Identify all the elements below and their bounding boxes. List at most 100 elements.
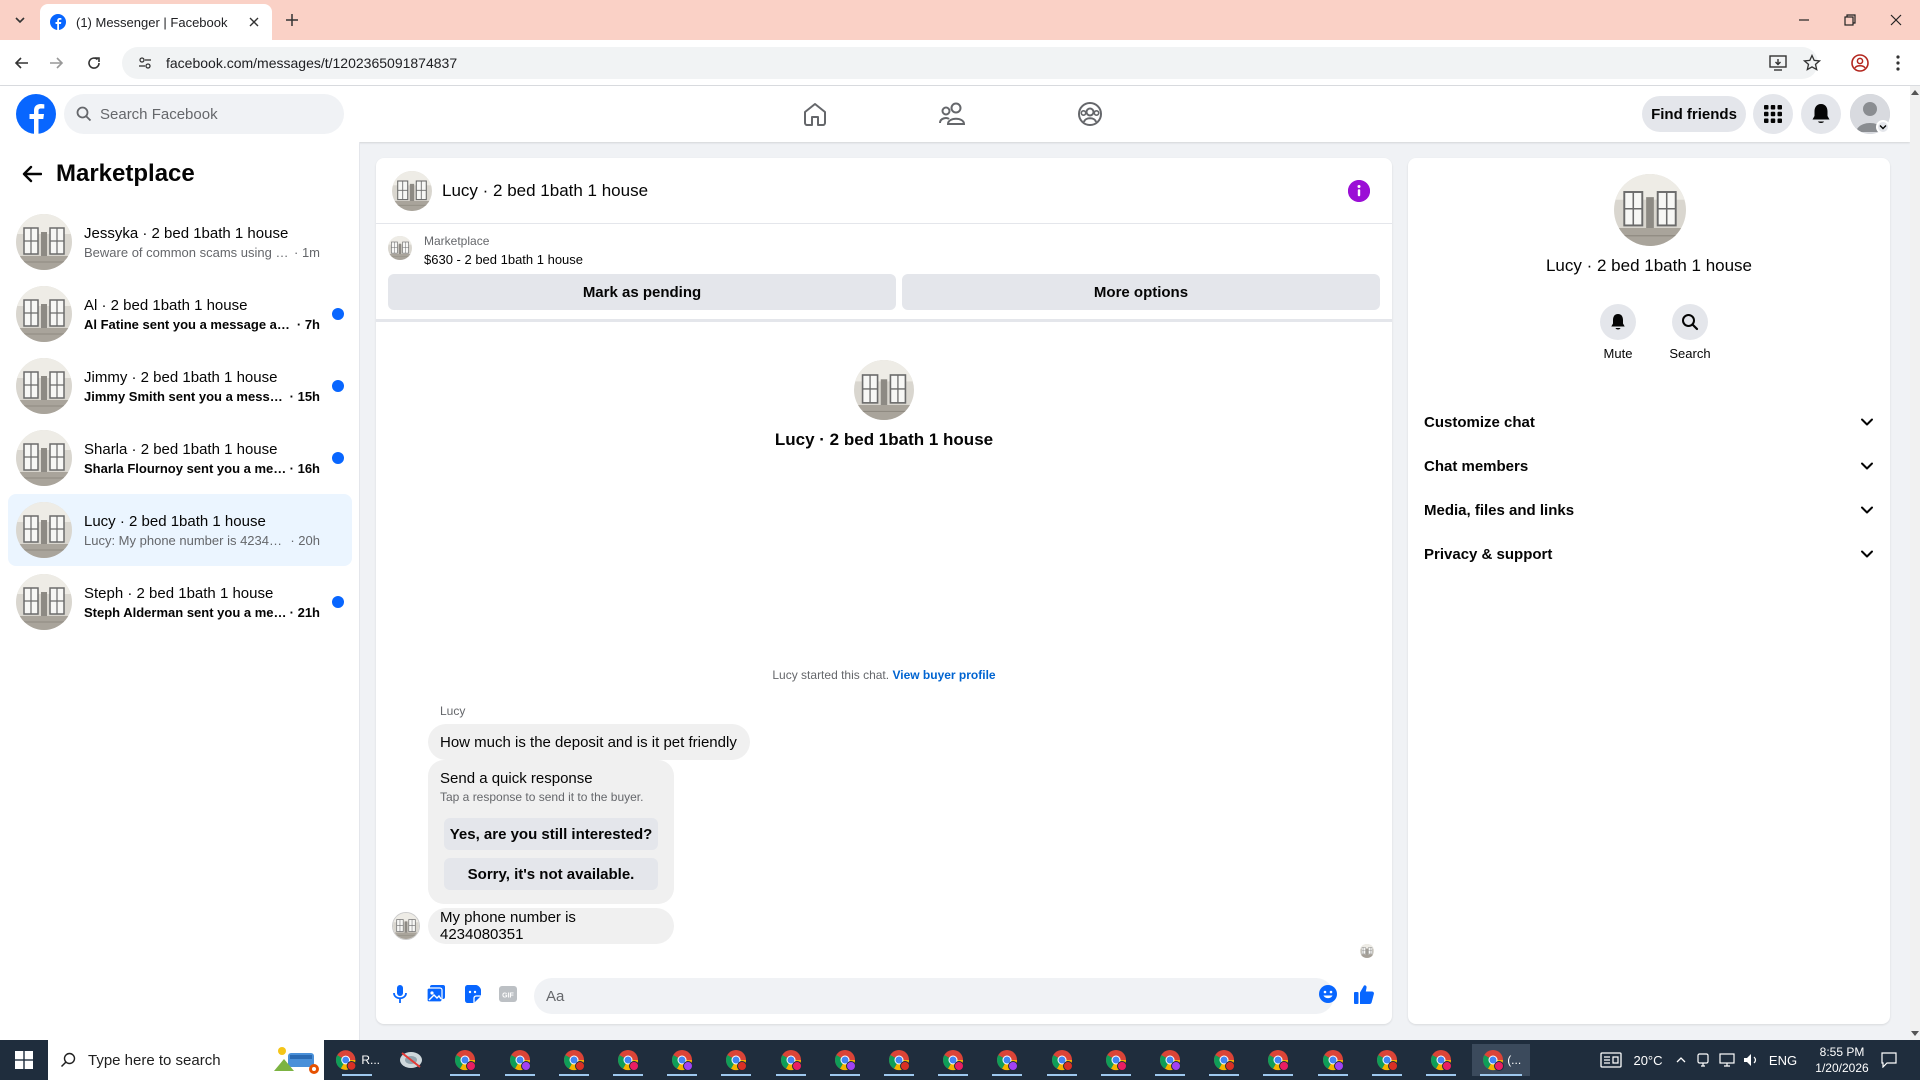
- conversation-item[interactable]: Jimmy · 2 bed 1bath 1 house Jimmy Smith s…: [8, 350, 352, 422]
- conversation-name: Jimmy · 2 bed 1bath 1 house: [84, 368, 278, 386]
- mute-button[interactable]: Mute: [1588, 304, 1648, 361]
- windows-start-icon[interactable]: [0, 1040, 48, 1080]
- taskbar-chrome-window-icon[interactable]: [442, 1044, 488, 1076]
- taskbar-chrome-window-icon[interactable]: [1093, 1044, 1139, 1076]
- scroll-up-arrow-icon[interactable]: [1911, 90, 1919, 95]
- quick-reply-interested-button[interactable]: Yes, are you still interested?: [444, 818, 658, 850]
- conversation-item[interactable]: Lucy · 2 bed 1bath 1 house Lucy: My phone…: [8, 494, 352, 566]
- details-section-row[interactable]: Media, files and links: [1416, 488, 1882, 532]
- account-chevron-icon[interactable]: [1876, 120, 1890, 134]
- details-section-row[interactable]: Chat members: [1416, 444, 1882, 488]
- emoji-icon[interactable]: [1316, 982, 1340, 1006]
- listing-thumbnail[interactable]: [388, 236, 412, 260]
- tab-close-icon[interactable]: [246, 14, 262, 30]
- app-running-indicator: [721, 1074, 752, 1076]
- sticker-icon[interactable]: [460, 982, 484, 1006]
- details-section-row[interactable]: Privacy & support: [1416, 532, 1882, 576]
- menu-grid-icon[interactable]: [1753, 94, 1793, 134]
- gif-icon[interactable]: GIF: [496, 982, 520, 1006]
- temperature-label[interactable]: 20°C: [1628, 1040, 1668, 1080]
- friends-nav-icon[interactable]: [935, 96, 971, 132]
- search-in-chat-button[interactable]: Search: [1660, 304, 1720, 361]
- photo-attach-icon[interactable]: [424, 982, 448, 1006]
- notifications-bell-icon[interactable]: [1801, 94, 1841, 134]
- taskbar-chrome-window-icon[interactable]: [1364, 1044, 1410, 1076]
- taskbar-chrome-window-icon[interactable]: [822, 1044, 868, 1076]
- taskbar-chrome-window-icon[interactable]: [659, 1044, 705, 1076]
- tray-chevron-up-icon[interactable]: [1674, 1040, 1688, 1080]
- back-arrow-icon[interactable]: [10, 51, 34, 75]
- install-app-icon[interactable]: [1766, 51, 1790, 75]
- taskbar-chrome-window-icon[interactable]: [1310, 1044, 1356, 1076]
- taskbar-chrome-window-icon[interactable]: [551, 1044, 597, 1076]
- network-icon[interactable]: [1716, 1040, 1738, 1080]
- taskbar-chrome-window-icon[interactable]: [388, 1044, 434, 1076]
- browser-profile-icon[interactable]: [1848, 51, 1872, 75]
- taskbar-chrome-window-icon[interactable]: [713, 1044, 759, 1076]
- info-icon[interactable]: [1348, 180, 1370, 202]
- taskbar-chrome-window-icon[interactable]: [497, 1044, 543, 1076]
- back-arrow-icon[interactable]: [16, 158, 48, 190]
- taskbar-search-box[interactable]: Type here to search: [48, 1040, 324, 1080]
- taskbar-chrome-window-icon[interactable]: [984, 1044, 1030, 1076]
- reload-icon[interactable]: [82, 51, 106, 75]
- close-window-icon[interactable]: [1884, 8, 1908, 32]
- bookmark-star-icon[interactable]: [1800, 51, 1824, 75]
- taskbar-chrome-window-icon[interactable]: [876, 1044, 922, 1076]
- taskbar-chrome-window-icon[interactable]: [1201, 1044, 1247, 1076]
- more-options-button[interactable]: More options: [902, 274, 1380, 310]
- chat-title[interactable]: Lucy · 2 bed 1bath 1 house: [442, 181, 648, 201]
- home-nav-icon[interactable]: [797, 96, 833, 132]
- site-info-icon[interactable]: [136, 54, 154, 72]
- restore-icon[interactable]: [1838, 8, 1862, 32]
- mute-bell-icon[interactable]: [1600, 304, 1636, 340]
- message-bubble[interactable]: My phone number is 4234080351: [428, 908, 674, 944]
- scroll-down-arrow-icon[interactable]: [1911, 1031, 1919, 1036]
- message-bubble[interactable]: How much is the deposit and is it pet fr…: [428, 724, 750, 760]
- notification-center-icon[interactable]: [1874, 1040, 1904, 1080]
- details-listing-thumbnail[interactable]: [1614, 174, 1686, 246]
- conversation-item[interactable]: Steph · 2 bed 1bath 1 house Steph Alderma…: [8, 566, 352, 638]
- browser-tab-messenger[interactable]: (1) Messenger | Facebook: [40, 4, 272, 40]
- view-buyer-profile-link[interactable]: View buyer profile: [892, 668, 995, 682]
- conversation-item[interactable]: Al · 2 bed 1bath 1 house Al Fatine sent y…: [8, 278, 352, 350]
- thumbs-up-icon[interactable]: [1352, 982, 1376, 1006]
- microphone-icon[interactable]: [388, 982, 412, 1006]
- address-bar[interactable]: facebook.com/messages/t/1202365091874837: [122, 47, 1818, 79]
- sender-avatar[interactable]: [392, 912, 420, 940]
- taskbar-chrome-window-icon[interactable]: [930, 1044, 976, 1076]
- conversation-item[interactable]: Jessyka · 2 bed 1bath 1 house Beware of c…: [8, 206, 352, 278]
- browser-menu-icon[interactable]: [1886, 51, 1910, 75]
- find-friends-button[interactable]: Find friends: [1642, 96, 1746, 132]
- taskbar-chrome-window-icon[interactable]: R...: [334, 1044, 380, 1076]
- search-icon[interactable]: [1672, 304, 1708, 340]
- page-scrollbar[interactable]: [1910, 86, 1920, 1040]
- facebook-logo-icon[interactable]: [16, 94, 56, 134]
- taskbar-chrome-window-icon[interactable]: [1255, 1044, 1301, 1076]
- volume-icon[interactable]: [1740, 1040, 1762, 1080]
- meet-now-icon[interactable]: [1692, 1040, 1714, 1080]
- language-indicator[interactable]: ENG: [1768, 1040, 1798, 1080]
- message-input[interactable]: [534, 978, 1334, 1014]
- details-section-row[interactable]: Customize chat: [1416, 400, 1882, 444]
- clock[interactable]: 8:55 PM 1/20/2026: [1810, 1044, 1874, 1076]
- taskbar-chrome-window-icon[interactable]: [605, 1044, 651, 1076]
- taskbar-chrome-window-icon[interactable]: (...: [1472, 1044, 1531, 1076]
- quick-reply-not-available-button[interactable]: Sorry, it's not available.: [444, 858, 658, 890]
- groups-nav-icon[interactable]: [1072, 96, 1108, 132]
- listing-price[interactable]: $630 - 2 bed 1bath 1 house: [424, 252, 583, 267]
- minimize-icon[interactable]: [1792, 8, 1816, 32]
- new-tab-plus-icon[interactable]: [282, 10, 302, 30]
- taskbar-chrome-window-icon[interactable]: [1418, 1044, 1464, 1076]
- taskbar-chrome-window-icon[interactable]: [1147, 1044, 1193, 1076]
- conversation-item[interactable]: Sharla · 2 bed 1bath 1 house Sharla Flour…: [8, 422, 352, 494]
- forward-arrow-icon[interactable]: [44, 51, 68, 75]
- search-icon: [60, 1052, 76, 1068]
- taskbar-chrome-window-icon[interactable]: [768, 1044, 814, 1076]
- mark-as-pending-button[interactable]: Mark as pending: [388, 274, 896, 310]
- taskbar-chrome-window-icon[interactable]: [1039, 1044, 1085, 1076]
- tab-search-chevron-icon[interactable]: [8, 8, 32, 32]
- chat-listing-thumbnail[interactable]: [392, 170, 432, 211]
- weather-icon[interactable]: [1596, 1040, 1626, 1080]
- facebook-search-input[interactable]: Search Facebook: [64, 94, 344, 134]
